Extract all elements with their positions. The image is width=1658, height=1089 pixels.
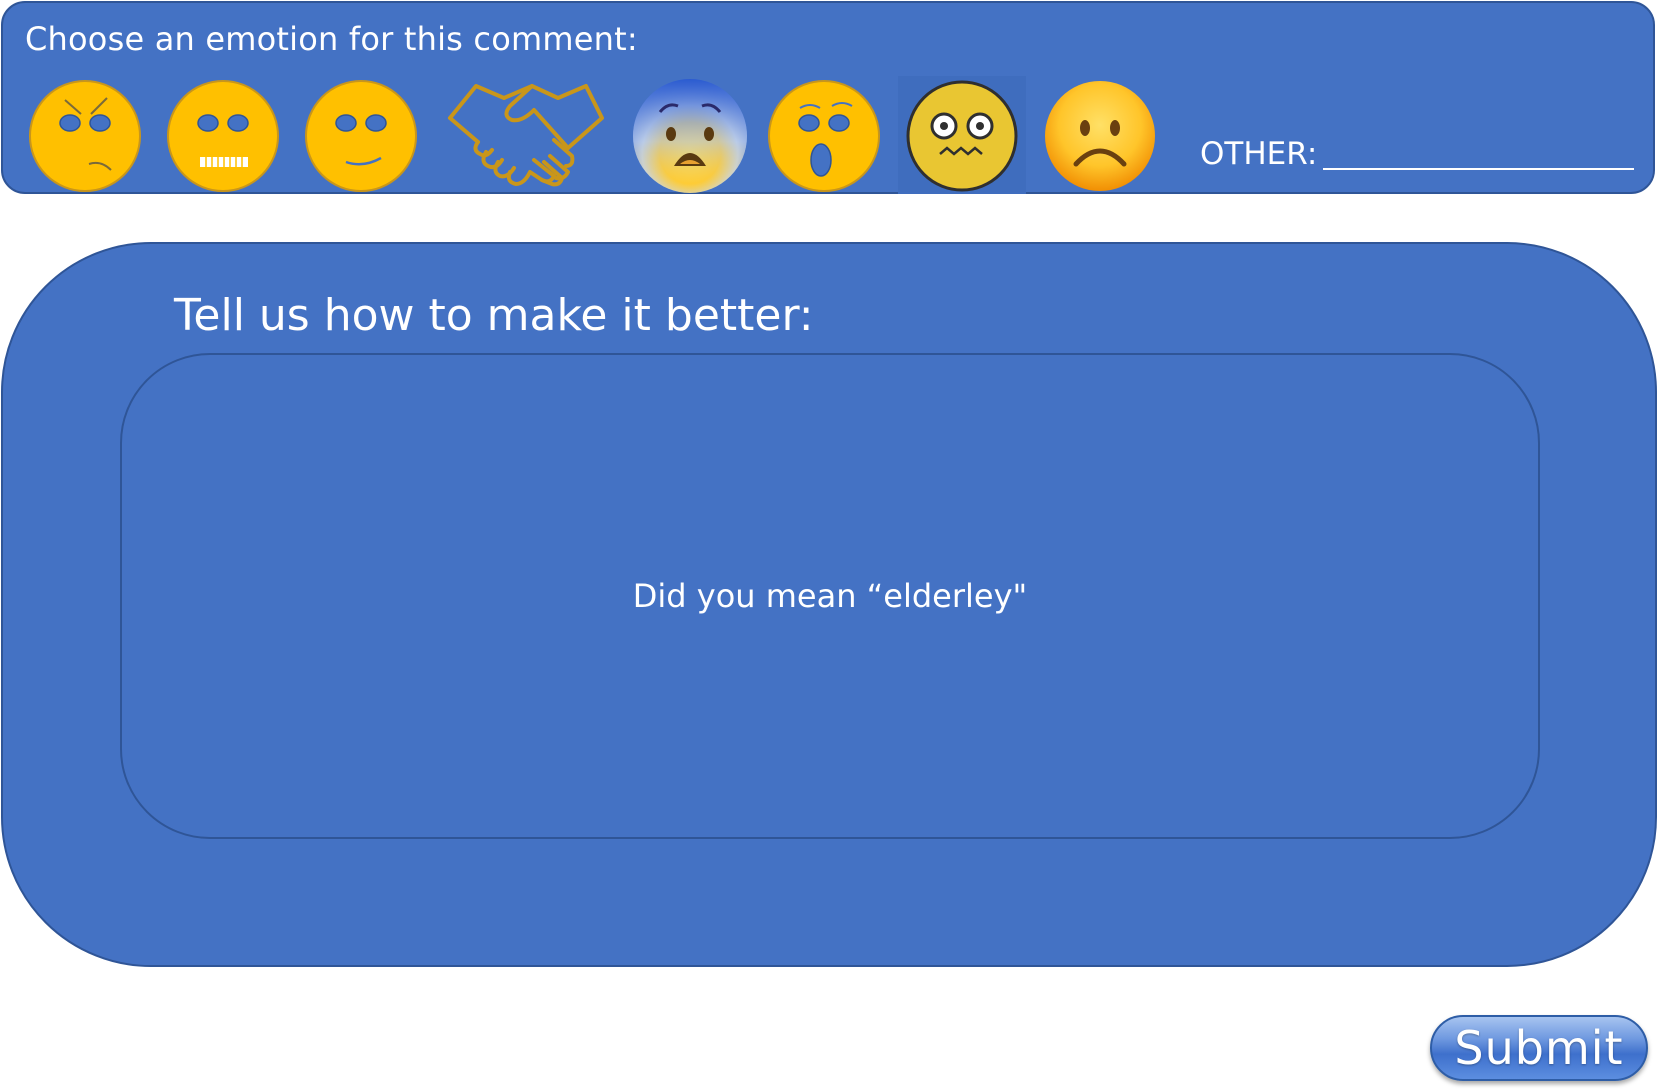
feedback-title: Tell us how to make it better: <box>174 290 814 341</box>
frowning-face-icon[interactable] <box>1040 76 1160 196</box>
fearful-face-icon[interactable] <box>630 76 750 196</box>
other-emotion-input[interactable] <box>1323 128 1634 170</box>
confounded-face-icon[interactable] <box>898 76 1026 196</box>
surprised-face-icon[interactable] <box>764 76 884 196</box>
other-label: OTHER: <box>1200 136 1318 172</box>
submit-button[interactable]: Submit <box>1430 1015 1648 1081</box>
slight-smile-face-icon[interactable] <box>301 76 421 196</box>
angry-face-icon[interactable] <box>25 76 145 196</box>
feedback-textarea[interactable]: Did you mean “elderley" <box>120 353 1540 839</box>
feedback-text: Did you mean “elderley" <box>632 577 1028 615</box>
emotion-prompt: Choose an emotion for this comment: <box>25 20 638 58</box>
grimacing-face-icon[interactable] <box>163 76 283 196</box>
handshake-icon[interactable] <box>446 76 606 196</box>
submit-button-label: Submit <box>1454 1021 1624 1075</box>
